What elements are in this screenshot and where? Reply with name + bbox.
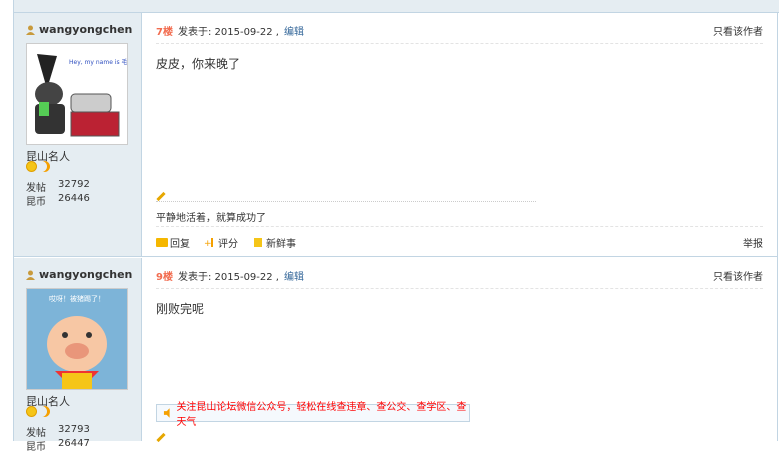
floor-number[interactable]: 7楼 [156, 23, 173, 38]
smiley-icon [26, 161, 37, 172]
only-author-link[interactable]: 只看该作者 [713, 268, 763, 283]
svg-text:+: + [204, 239, 212, 247]
post-content: 皮皮，你来晚了 [156, 57, 241, 71]
fresh-icon [254, 238, 262, 247]
author-name[interactable]: wangyongchen [26, 23, 132, 36]
post-time: 发表于: 2015-09-22 , [177, 27, 279, 38]
avatar-caption: 哎呀！被猪踢了！ [49, 294, 105, 303]
edit-link[interactable]: 编辑 [284, 23, 304, 38]
previous-post-edge [14, 0, 779, 13]
avatar[interactable]: Hey, my name is 毛驴, nice to meet u~ [26, 43, 186, 145]
post-meta: 9楼 发表于: 2015-09-22 , 编辑 [156, 268, 304, 283]
stat-coins: 昆币 26447 [26, 438, 90, 453]
author-name[interactable]: wangyongchen [26, 268, 132, 281]
reply-icon [156, 238, 168, 247]
divider [156, 43, 763, 44]
moon-icon [39, 406, 50, 417]
thread-frame: wangyongchen Hey, my name is 毛驴, nice to… [13, 0, 779, 453]
username: wangyongchen [39, 268, 133, 281]
username: wangyongchen [39, 23, 133, 36]
user-icon [26, 25, 35, 35]
post-content: 刚败完呢 [156, 302, 205, 316]
post-body: 7楼 发表于: 2015-09-22 , 编辑 只看该作者 皮皮，你来晚了 平静… [142, 13, 777, 256]
smiley-icon [26, 406, 37, 417]
only-author-link[interactable]: 只看该作者 [713, 23, 763, 38]
wechat-notice[interactable]: 关注昆山论坛微信公众号，轻松在线查违章、查公交、查学区、查天气 [156, 402, 470, 428]
pencil-icon [156, 191, 166, 202]
divider [156, 226, 763, 227]
stat-posts: 发帖 32792 [26, 179, 90, 194]
moon-icon [39, 161, 50, 172]
author-sidebar: wangyongchen 哎呀！被猪踢了！ 昆山名人 发帖 32793 昆币 2… [14, 258, 142, 453]
post-separator [14, 256, 777, 257]
post-time: 发表于: 2015-09-22 , [177, 272, 279, 283]
rate-icon: + [204, 238, 213, 247]
signature: 平静地活着，就算成功了 [156, 213, 266, 224]
stat-posts: 发帖 32793 [26, 424, 90, 439]
edit-link[interactable]: 编辑 [284, 268, 304, 283]
rank-icons [26, 161, 50, 172]
avatar-caption: Hey, my name is 毛驴, nice to meet u~ [69, 58, 127, 66]
post-7: wangyongchen Hey, my name is 毛驴, nice to… [14, 13, 777, 256]
reply-button[interactable]: 回复 [156, 235, 190, 250]
post-meta: 7楼 发表于: 2015-09-22 , 编辑 [156, 23, 304, 38]
avatar[interactable]: 哎呀！被猪踢了！ [26, 288, 128, 390]
rate-button[interactable]: + 评分 [204, 235, 238, 250]
rank-icons [26, 406, 50, 417]
post-actions: 回复 + 评分 新鲜事 举报 [156, 235, 763, 250]
report-button[interactable]: 举报 [743, 235, 763, 250]
stat-coins: 昆币 26446 [26, 193, 90, 208]
speaker-icon [163, 408, 170, 418]
fresh-button[interactable]: 新鲜事 [252, 235, 296, 250]
signature-divider [156, 201, 536, 202]
divider [156, 288, 763, 289]
user-icon [26, 270, 35, 280]
author-sidebar: wangyongchen Hey, my name is 毛驴, nice to… [14, 13, 186, 256]
floor-number[interactable]: 9楼 [156, 268, 173, 283]
post-body: 9楼 发表于: 2015-09-22 , 编辑 只看该作者 刚败完呢 关注昆山论… [142, 258, 777, 443]
post-9: wangyongchen 哎呀！被猪踢了！ 昆山名人 发帖 32793 昆币 2… [14, 258, 777, 453]
